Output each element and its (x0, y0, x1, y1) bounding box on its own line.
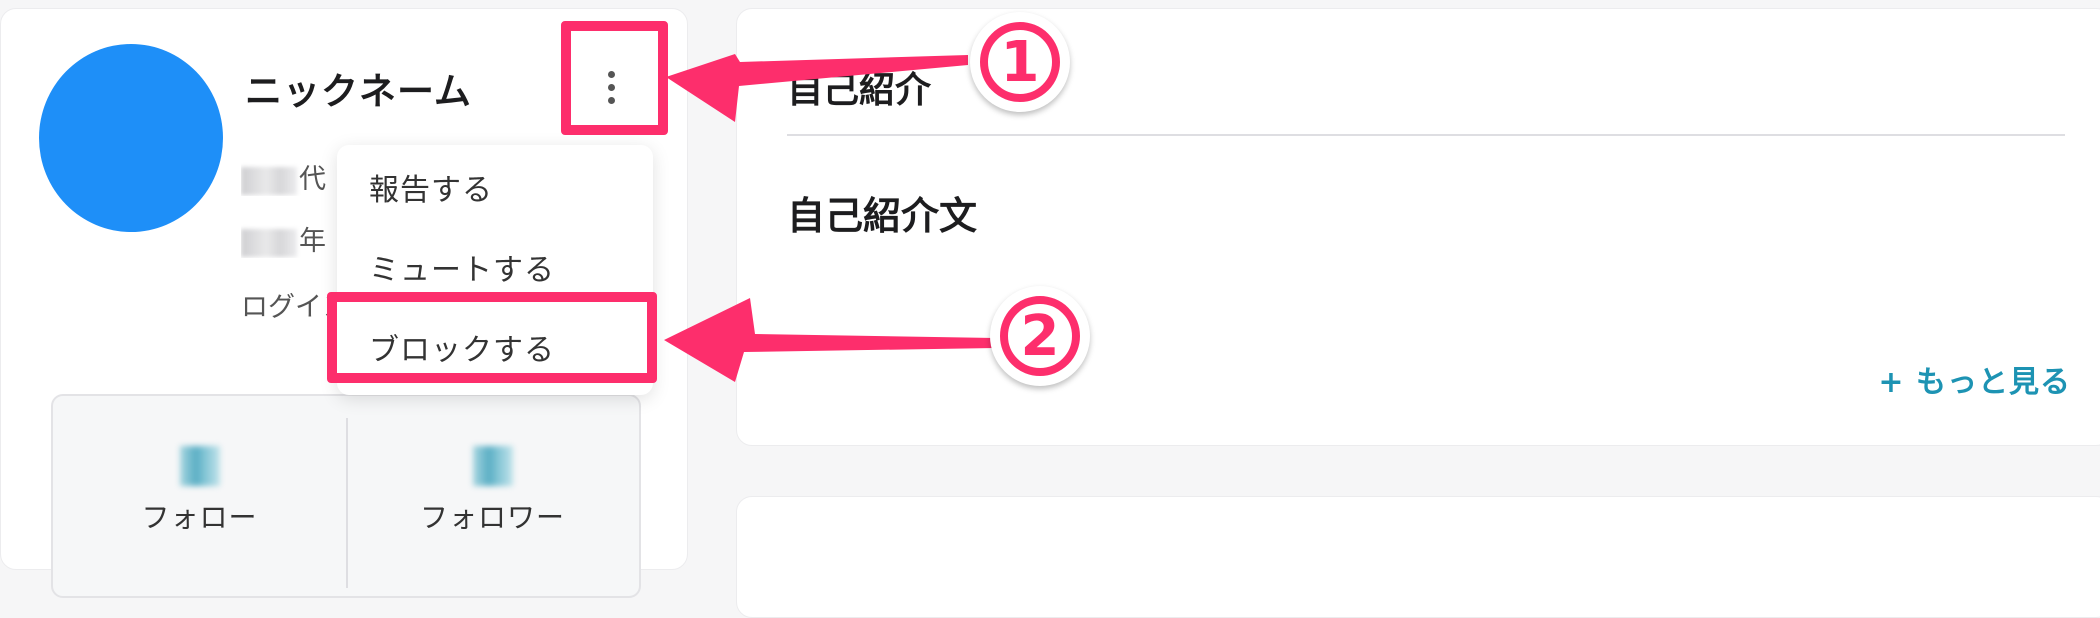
intro-card: 自己紹介 自己紹介文 + もっと見る (736, 8, 2100, 446)
blurred-follow-count (179, 446, 220, 486)
blurred-value (241, 228, 297, 257)
menu-item-report[interactable]: 報告する (369, 165, 493, 209)
avatar[interactable] (39, 44, 223, 232)
age-suffix: 代 (299, 164, 326, 195)
highlight-kebab (561, 21, 668, 135)
follower-count[interactable]: フォロワー (346, 446, 639, 536)
follow-count[interactable]: フォロー (53, 446, 346, 536)
intro-divider (787, 134, 2065, 136)
nickname: ニックネーム (245, 70, 472, 113)
intro-text: 自己紹介文 (787, 194, 978, 238)
intro-title: 自己紹介 (787, 70, 932, 111)
menu-item-mute[interactable]: ミュートする (369, 245, 555, 289)
follow-stats: フォロー フォロワー (51, 394, 641, 598)
follower-label: フォロワー (419, 501, 565, 534)
follow-label: フォロー (141, 501, 258, 534)
blurred-follower-count (472, 446, 513, 486)
secondary-card (736, 496, 2100, 618)
see-more-link[interactable]: + もっと見る (1878, 357, 2071, 401)
login-info: ログイン (241, 292, 336, 323)
age-info: 代 (241, 157, 331, 196)
years-suffix: 年 (299, 226, 326, 257)
callout-number-2: 2 (990, 286, 1090, 386)
callout-number-1: 1 (970, 12, 1070, 112)
highlight-block (327, 292, 657, 383)
years-info: 年 (241, 219, 331, 258)
blurred-value (241, 166, 297, 195)
